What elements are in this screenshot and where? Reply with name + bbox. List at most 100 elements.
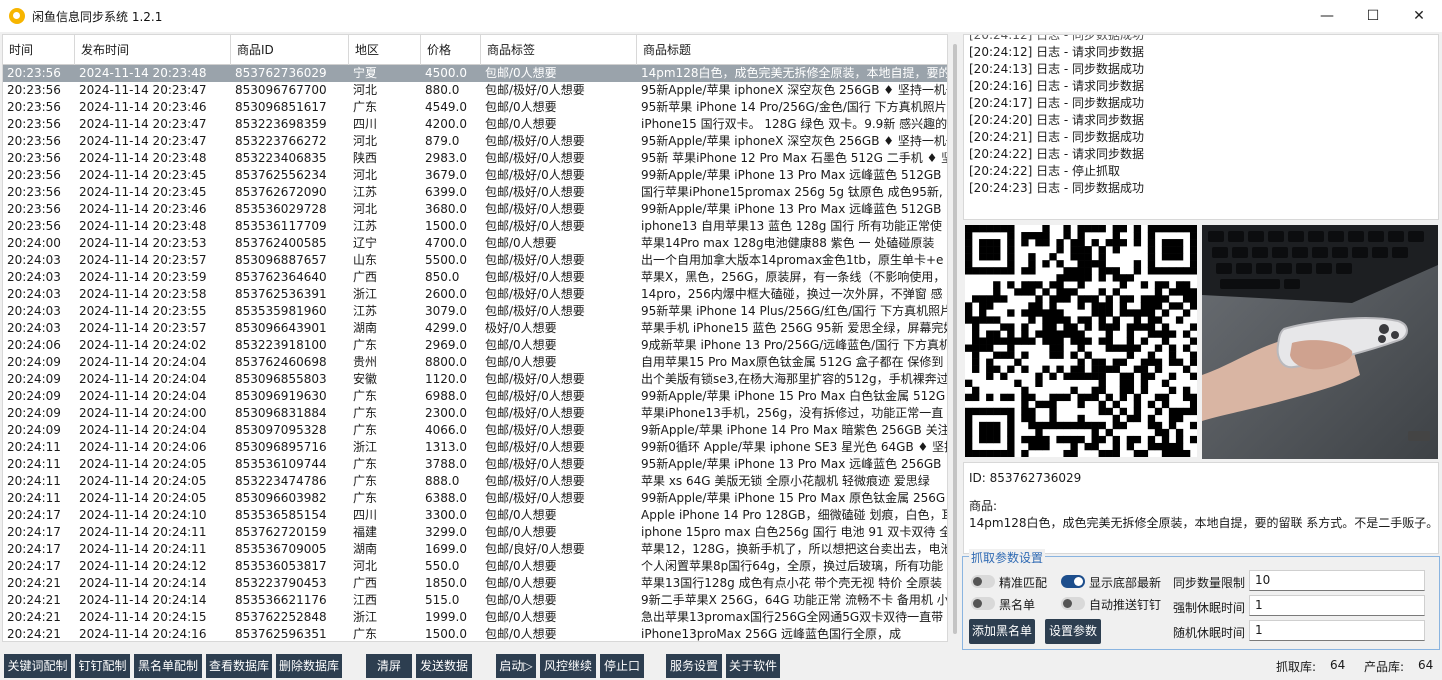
cell-tags: 包邮/极好/0人想要 (485, 287, 585, 301)
cell-time: 20:24:21 (7, 576, 61, 590)
cell-time: 20:24:21 (7, 610, 61, 624)
force-sleep-input[interactable]: 1 (1249, 595, 1425, 616)
minimize-button[interactable]: — (1304, 0, 1350, 32)
close-button[interactable]: ✕ (1396, 0, 1442, 32)
show-latest-toggle[interactable] (1061, 575, 1085, 588)
table-row[interactable]: 20:24:17 2024-11-14 20:24:11 853536709005 湖… (3, 541, 947, 558)
table-row[interactable]: 20:24:21 2024-11-14 20:24:14 853223790453 广… (3, 575, 947, 592)
table-row[interactable]: 20:23:56 2024-11-14 20:23:45 853762556234 河… (3, 167, 947, 184)
cell-region: 宁夏 (353, 66, 378, 80)
table-row[interactable]: 20:23:56 2024-11-14 20:23:45 853762672090 江… (3, 184, 947, 201)
clear-screen-button[interactable]: 清屏 (366, 654, 412, 678)
table-row[interactable]: 20:24:21 2024-11-14 20:24:16 853762596351 广… (3, 626, 947, 641)
table-row[interactable]: 20:24:03 2024-11-14 20:23:55 853535981960 江… (3, 303, 947, 320)
cell-tags: 包邮/极好/0人想要 (485, 440, 585, 454)
cell-product-id: 853096887657 (235, 253, 327, 267)
cell-price: 1699.0 (425, 542, 467, 556)
table-row[interactable]: 20:24:17 2024-11-14 20:24:11 853762720159 福… (3, 524, 947, 541)
cell-publish-time: 2024-11-14 20:24:04 (79, 423, 207, 437)
blacklist-toggle[interactable] (971, 597, 995, 610)
table-row[interactable]: 20:24:09 2024-11-14 20:24:04 853096855803 安… (3, 371, 947, 388)
cell-price: 6399.0 (425, 185, 467, 199)
table-row[interactable]: 20:24:09 2024-11-14 20:24:04 853097095328 广… (3, 422, 947, 439)
table-row[interactable]: 20:24:06 2024-11-14 20:24:02 853223918100 广… (3, 337, 947, 354)
table-row[interactable]: 20:24:03 2024-11-14 20:23:58 853762536391 浙… (3, 286, 947, 303)
blacklist-config-button[interactable]: 黑名单配制 (134, 654, 202, 678)
cell-title: 95新苹果 iPhone 14 Pro/256G/金色/国行 下方真机照片 (641, 100, 947, 114)
cell-tags: 包邮/极好/0人想要 (485, 151, 585, 165)
table-row[interactable]: 20:24:21 2024-11-14 20:24:15 853762252848 浙… (3, 609, 947, 626)
cell-product-id: 853096895716 (235, 440, 327, 454)
cell-price: 1500.0 (425, 219, 467, 233)
cell-time: 20:24:17 (7, 508, 61, 522)
column-header-tags[interactable]: 商品标签 (481, 35, 637, 65)
stop-button[interactable]: 停止口 (600, 654, 644, 678)
cell-time: 20:24:11 (7, 474, 61, 488)
cell-product-id: 853223790453 (235, 576, 327, 590)
blacklist-label: 黑名单 (999, 598, 1036, 612)
column-header-publish-time[interactable]: 发布时间 (75, 35, 231, 65)
cell-time: 20:24:11 (7, 457, 61, 471)
table-row[interactable]: 20:24:17 2024-11-14 20:24:12 853536053817 河… (3, 558, 947, 575)
table-row[interactable]: 20:23:56 2024-11-14 20:23:46 853096851617 广… (3, 99, 947, 116)
dingtalk-config-button[interactable]: 钉钉配制 (75, 654, 130, 678)
cell-price: 879.0 (425, 134, 460, 148)
add-blacklist-button[interactable]: 添加黑名单 (969, 619, 1035, 644)
table-row[interactable]: 20:23:56 2024-11-14 20:23:47 853096767700 河… (3, 82, 947, 99)
view-database-button[interactable]: 查看数据库 (206, 654, 272, 678)
keyword-config-button[interactable]: 关键词配制 (4, 654, 71, 678)
table-row[interactable]: 20:24:09 2024-11-14 20:24:04 853762460698 贵… (3, 354, 947, 371)
scrollbar-thumb[interactable] (953, 44, 957, 634)
column-header-title[interactable]: 商品标题 (637, 35, 947, 65)
table-row[interactable]: 20:24:03 2024-11-14 20:23:59 853762364640 广… (3, 269, 947, 286)
sync-limit-input[interactable]: 10 (1249, 570, 1425, 591)
cell-time: 20:24:03 (7, 287, 61, 301)
cell-price: 3679.0 (425, 168, 467, 182)
random-sleep-input[interactable]: 1 (1249, 620, 1425, 641)
cell-publish-time: 2024-11-14 20:24:05 (79, 457, 207, 471)
table-row[interactable]: 20:24:11 2024-11-14 20:24:05 853536109744 广… (3, 456, 947, 473)
column-header-region[interactable]: 地区 (349, 35, 421, 65)
cell-time: 20:23:56 (7, 151, 61, 165)
maximize-button[interactable]: ☐ (1350, 0, 1396, 32)
table-row[interactable]: 20:24:11 2024-11-14 20:24:05 853223474786 广… (3, 473, 947, 490)
table-row[interactable]: 20:23:56 2024-11-14 20:23:47 853223698359 四… (3, 116, 947, 133)
table-row[interactable]: 20:23:56 2024-11-14 20:23:48 853223406835 陕… (3, 150, 947, 167)
auto-push-toggle[interactable] (1061, 597, 1085, 610)
table-row[interactable]: 20:23:56 2024-11-14 20:23:47 853223766272 河… (3, 133, 947, 150)
send-data-button[interactable]: 发送数据 (416, 654, 472, 678)
table-row[interactable]: 20:24:11 2024-11-14 20:24:06 853096895716 浙… (3, 439, 947, 456)
cell-product-id: 853096855803 (235, 372, 327, 386)
table-row[interactable]: 20:24:09 2024-11-14 20:24:04 853096919630 广… (3, 388, 947, 405)
exact-match-toggle[interactable] (971, 575, 995, 588)
set-params-button[interactable]: 设置参数 (1045, 619, 1101, 644)
table-row[interactable]: 20:24:17 2024-11-14 20:24:10 853536585154 四… (3, 507, 947, 524)
table-row[interactable]: 20:24:03 2024-11-14 20:23:57 853096643901 湖… (3, 320, 947, 337)
risk-continue-button[interactable]: 风控继续 (540, 654, 596, 678)
cell-product-id: 853096851617 (235, 100, 327, 114)
cell-region: 河北 (353, 168, 378, 182)
cell-publish-time: 2024-11-14 20:24:11 (79, 525, 207, 539)
table-row[interactable]: 20:24:00 2024-11-14 20:23:53 853762400585 辽… (3, 235, 947, 252)
table-row[interactable]: 20:23:56 2024-11-14 20:23:48 853536117709 江… (3, 218, 947, 235)
cell-time: 20:23:56 (7, 219, 61, 233)
cell-product-id: 853223474786 (235, 474, 327, 488)
cell-price: 4299.0 (425, 321, 467, 335)
table-row[interactable]: 20:23:56 2024-11-14 20:23:46 853536029728 河… (3, 201, 947, 218)
about-button[interactable]: 关于软件 (726, 654, 780, 678)
column-header-product-id[interactable]: 商品ID (231, 35, 349, 65)
column-header-price[interactable]: 价格 (421, 35, 481, 65)
cell-region: 辽宁 (353, 236, 378, 250)
delete-database-button[interactable]: 删除数据库 (276, 654, 342, 678)
table-scrollbar[interactable] (950, 34, 960, 642)
service-settings-button[interactable]: 服务设置 (666, 654, 722, 678)
table-row[interactable]: 20:24:11 2024-11-14 20:24:05 853096603982 广… (3, 490, 947, 507)
table-row[interactable]: 20:24:03 2024-11-14 20:23:57 853096887657 山… (3, 252, 947, 269)
cell-title: 出个美版有锁se3,在杨大海那里扩容的512g，手机裸奔过 (641, 372, 947, 386)
table-row[interactable]: 20:23:56 2024-11-14 20:23:48 853762736029 宁… (3, 65, 947, 82)
start-button[interactable]: 启动▷ (496, 654, 536, 678)
cell-region: 河北 (353, 202, 378, 216)
table-row[interactable]: 20:24:09 2024-11-14 20:24:00 853096831884 广… (3, 405, 947, 422)
column-header-time[interactable]: 时间 (3, 35, 75, 65)
table-row[interactable]: 20:24:21 2024-11-14 20:24:14 853536621176 江… (3, 592, 947, 609)
